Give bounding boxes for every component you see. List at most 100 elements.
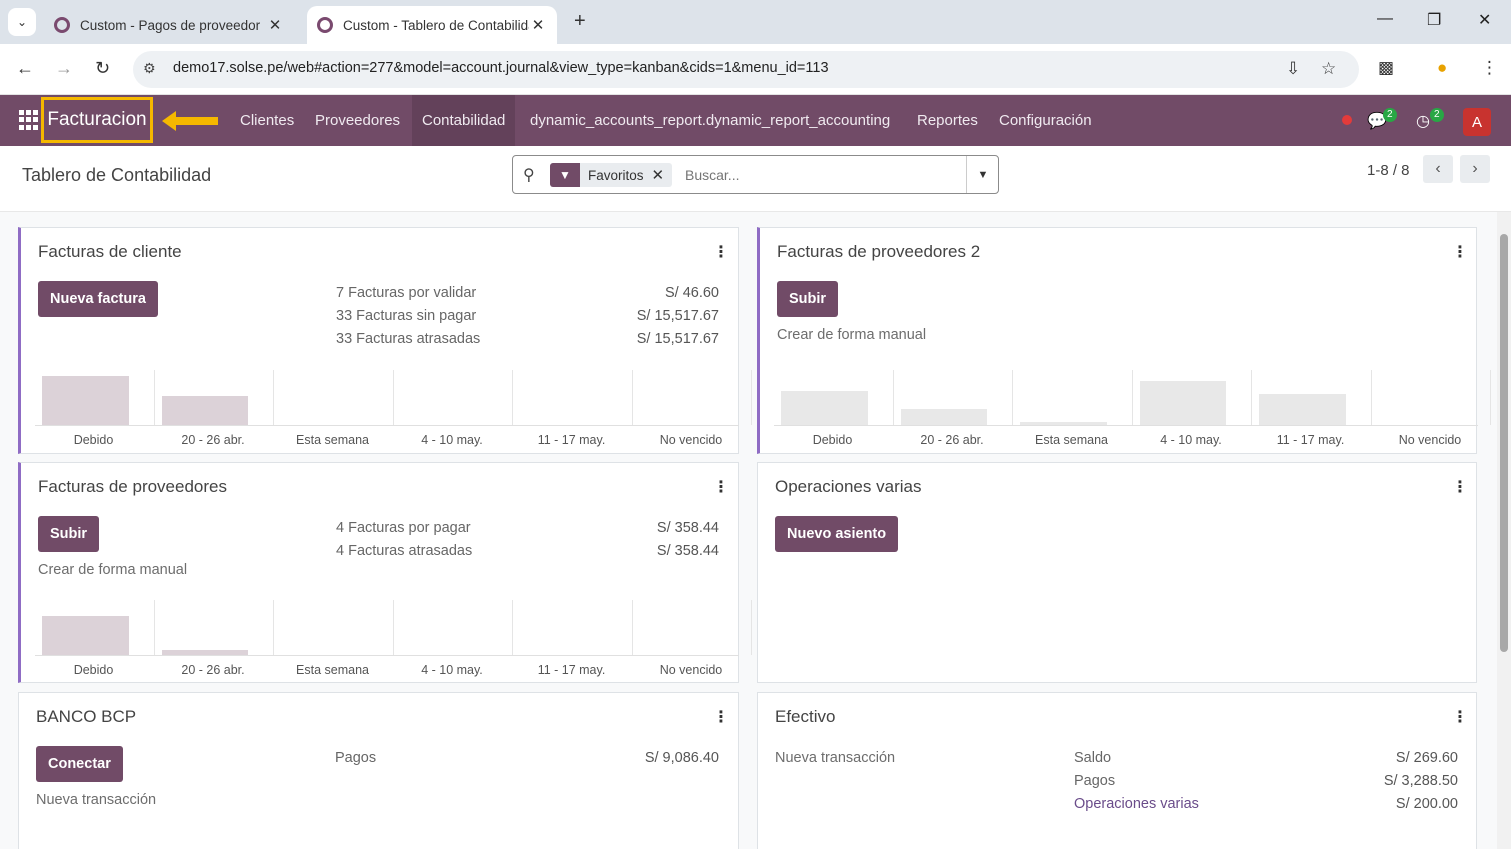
graph-bar[interactable] (900, 409, 987, 425)
main-navbar: Facturacion Clientes Proveedores Contabi… (0, 95, 1511, 146)
minimize-icon[interactable]: — (1377, 10, 1393, 28)
graph-bar[interactable] (1139, 380, 1226, 425)
card-menu-icon[interactable]: ⋮ (1452, 707, 1468, 727)
user-avatar[interactable]: A (1463, 108, 1491, 136)
summary-amount: S/ 358.44 (656, 543, 719, 559)
journal-card-facturas-proveedores: Facturas de proveedores ⋮ Subir Crear de… (18, 462, 752, 683)
browser-menu-icon[interactable]: ⋮ (1481, 58, 1498, 78)
graph-column[interactable] (155, 600, 274, 655)
manual-create-link[interactable]: Crear de forma manual (38, 562, 187, 578)
bar-graph[interactable]: Debido 20 - 26 abr. Esta semana 4 - 10 may.… (35, 370, 752, 447)
url-text[interactable]: demo17.solse.pe/web#action=277&model=acc… (173, 60, 829, 76)
journal-title[interactable]: Facturas de cliente (38, 242, 182, 262)
connect-bank-button[interactable]: Conectar (36, 746, 123, 782)
graph-label: 20 - 26 abr. (181, 433, 245, 447)
pager-next-icon[interactable]: › (1460, 155, 1490, 183)
menu-clientes[interactable]: Clientes (230, 95, 304, 146)
summary-label[interactable]: 4 Facturas atrasadas (336, 543, 472, 559)
new-entry-button[interactable]: Nuevo asiento (775, 516, 899, 552)
summary-label[interactable]: 7 Facturas por validar (336, 285, 476, 301)
journal-title[interactable]: Facturas de proveedores (38, 477, 227, 497)
bookmark-star-icon[interactable]: ☆ (1321, 59, 1336, 79)
graph-label: Esta semana (296, 663, 369, 677)
summary-label[interactable]: Pagos (1074, 773, 1115, 789)
graph-column[interactable] (394, 370, 513, 425)
graph-column[interactable] (274, 370, 394, 425)
journal-title[interactable]: Facturas de proveedores 2 (777, 242, 980, 262)
upload-button[interactable]: Subir (38, 516, 100, 552)
card-menu-icon[interactable]: ⋮ (1452, 242, 1468, 262)
menu-configuracion[interactable]: Configuración (989, 95, 1102, 146)
app-brand[interactable]: Facturacion (41, 97, 153, 143)
extensions-icon[interactable]: ▩ (1378, 58, 1394, 78)
menu-proveedores[interactable]: Proveedores (305, 95, 410, 146)
tab-title: Custom - Tablero de Contabilidad (343, 17, 529, 33)
search-input[interactable] (685, 162, 955, 188)
graph-label: Debido (812, 433, 853, 447)
card-menu-icon[interactable]: ⋮ (713, 707, 729, 727)
summary-label[interactable]: Operaciones varias (1074, 796, 1199, 812)
reload-icon[interactable]: ↻ (95, 58, 110, 79)
graph-column[interactable] (274, 600, 394, 655)
graph-bar[interactable] (1259, 393, 1346, 425)
close-window-icon[interactable]: ✕ (1478, 10, 1491, 30)
graph-column[interactable] (1372, 370, 1491, 425)
browser-tab-tablero[interactable]: Custom - Tablero de Contabilidad ✕ (307, 6, 557, 44)
summary-label[interactable]: 33 Facturas atrasadas (336, 331, 480, 347)
card-menu-icon[interactable]: ⋮ (1452, 477, 1468, 497)
graph-bar[interactable] (781, 391, 868, 425)
new-transaction-link[interactable]: Nueva transacción (36, 792, 156, 808)
new-invoice-button[interactable]: Nueva factura (38, 281, 158, 317)
card-menu-icon[interactable]: ⋮ (713, 242, 729, 262)
graph-column[interactable] (394, 600, 513, 655)
search-options-dropdown-icon[interactable]: ▼ (966, 156, 999, 193)
manual-create-link[interactable]: Crear de forma manual (777, 327, 926, 343)
install-app-icon[interactable]: ⇩ (1286, 59, 1300, 79)
page-scrollbar[interactable] (1497, 212, 1511, 849)
menu-dynamic-report[interactable]: dynamic_accounts_report.dynamic_report_a… (520, 95, 900, 146)
card-menu-icon[interactable]: ⋮ (713, 477, 729, 497)
summary-label[interactable]: 4 Facturas por pagar (336, 520, 471, 536)
graph-label: 4 - 10 may. (421, 663, 483, 677)
pager-value[interactable]: 1-8 / 8 (1367, 162, 1410, 179)
close-tab-icon[interactable]: ✕ (266, 16, 284, 34)
apps-menu-icon[interactable] (19, 110, 39, 130)
site-info-icon[interactable]: ⚙ (143, 60, 156, 77)
bar-graph[interactable]: Debido 20 - 26 abr. Esta semana 4 - 10 may.… (774, 370, 1491, 447)
summary-label[interactable]: Pagos (335, 750, 376, 766)
menu-reportes[interactable]: Reportes (907, 95, 988, 146)
menu-contabilidad[interactable]: Contabilidad (412, 95, 516, 146)
remove-facet-icon[interactable]: ✕ (652, 166, 673, 184)
forward-icon[interactable]: → (55, 58, 73, 79)
upload-button[interactable]: Subir (777, 281, 839, 317)
graph-label: 4 - 10 may. (421, 433, 483, 447)
tab-search-dropdown-icon[interactable]: ⌄ (8, 8, 36, 36)
pager-previous-icon[interactable]: ‹ (1423, 155, 1453, 183)
journal-title[interactable]: Efectivo (775, 707, 835, 727)
close-tab-icon[interactable]: ✕ (529, 16, 547, 34)
back-icon[interactable]: ← (16, 58, 34, 79)
graph-bar[interactable] (161, 396, 248, 425)
odoo-favicon-icon (317, 17, 333, 33)
graph-column[interactable] (1013, 370, 1133, 425)
scrollbar-thumb[interactable] (1500, 234, 1508, 652)
browser-tab-pagos[interactable]: Custom - Pagos de proveedor ✕ (44, 6, 294, 44)
new-tab-icon[interactable]: + (574, 10, 586, 33)
journal-title[interactable]: Operaciones varias (775, 477, 921, 497)
profile-icon[interactable]: ● (1437, 58, 1447, 78)
journal-title[interactable]: BANCO BCP (36, 707, 136, 727)
graph-column[interactable] (633, 370, 752, 425)
restore-icon[interactable]: ❐ (1427, 10, 1441, 30)
summary-label[interactable]: Saldo (1074, 750, 1111, 766)
summary-label[interactable]: 33 Facturas sin pagar (336, 308, 476, 324)
url-box[interactable]: ⚙ demo17.solse.pe/web#action=277&model=a… (133, 51, 1359, 88)
search-icon[interactable]: ⚲ (523, 165, 535, 185)
graph-bar[interactable] (42, 375, 129, 425)
graph-column[interactable] (513, 370, 633, 425)
activities-icon[interactable]: ◷ (1416, 111, 1430, 131)
graph-column[interactable] (513, 600, 633, 655)
bar-graph[interactable]: Debido 20 - 26 abr. Esta semana 4 - 10 may.… (35, 600, 752, 677)
graph-bar[interactable] (42, 616, 129, 655)
new-transaction-link[interactable]: Nueva transacción (775, 750, 895, 766)
graph-column[interactable] (633, 600, 752, 655)
